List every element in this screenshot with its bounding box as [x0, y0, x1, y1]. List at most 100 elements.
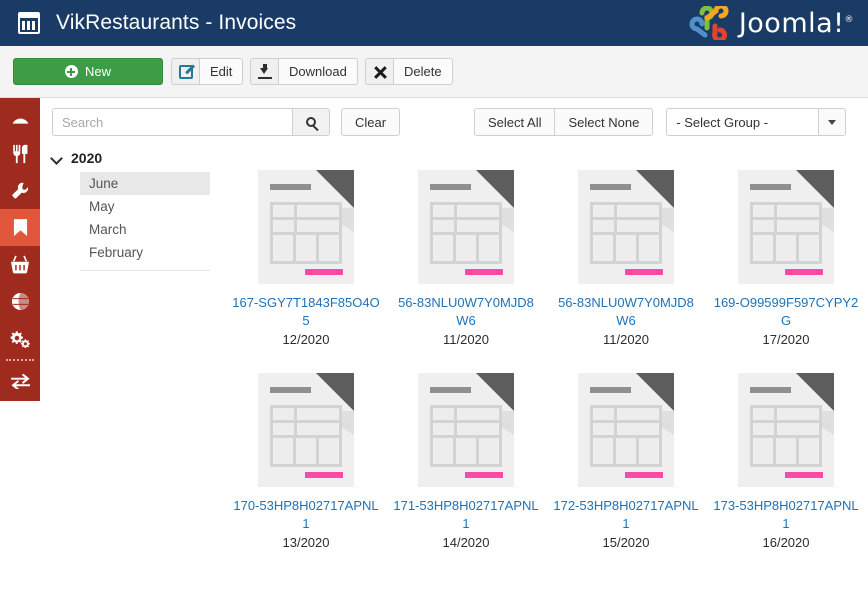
document-table-row: [753, 235, 819, 261]
invoice-file-name[interactable]: 167-SGY7T1843F85O4O5: [232, 294, 380, 330]
invoice-file-item[interactable]: 56-83NLU0W7Y0MJD8W6 11/2020: [546, 166, 706, 369]
group-select-toggle[interactable]: [818, 108, 847, 136]
joomla-mark-icon: [689, 6, 729, 40]
download-button-label[interactable]: Download: [278, 58, 358, 85]
document-table-graphic: [430, 202, 502, 264]
document-title-bar: [270, 387, 311, 393]
new-button-label: New: [84, 64, 111, 79]
document-table-cell: [593, 235, 613, 261]
document-accent-bar: [625, 472, 663, 478]
sidebar-divider: [6, 359, 34, 361]
document-table-row: [593, 220, 659, 232]
invoice-file-date: 13/2020: [282, 535, 330, 550]
download-button[interactable]: Download: [250, 58, 358, 85]
search-button[interactable]: [292, 108, 330, 136]
clear-button[interactable]: Clear: [341, 108, 401, 136]
document-table-graphic: [270, 405, 342, 467]
invoice-file-item[interactable]: 167-SGY7T1843F85O4O5 12/2020: [226, 166, 386, 369]
document-table-graphic: [590, 405, 662, 467]
document-table-cell: [273, 220, 294, 232]
tree-month-february[interactable]: February: [80, 241, 210, 264]
sidebar-item-tools[interactable]: [0, 172, 40, 209]
invoice-document-icon[interactable]: [738, 373, 834, 487]
invoice-file-name[interactable]: 56-83NLU0W7Y0MJD8W6: [392, 294, 540, 330]
invoice-file-item[interactable]: 173-53HP8H02717APNL1 16/2020: [706, 369, 866, 572]
document-table-cell: [753, 408, 774, 420]
invoice-document-icon[interactable]: [258, 170, 354, 284]
document-table-cell: [639, 438, 659, 464]
group-select-dropdown[interactable]: - Select Group -: [666, 108, 847, 136]
document-table-cell: [617, 423, 659, 435]
tree-month-june[interactable]: June: [80, 172, 210, 195]
select-button-group: Select All Select None: [474, 108, 654, 136]
document-table-cell: [273, 438, 293, 464]
document-table-cell: [297, 408, 339, 420]
sidebar-item-settings[interactable]: [0, 320, 40, 357]
select-none-button[interactable]: Select None: [555, 108, 654, 136]
new-button[interactable]: New: [13, 58, 163, 85]
delete-icon-part[interactable]: [365, 58, 393, 85]
document-accent-bar: [465, 472, 503, 478]
invoice-file-item[interactable]: 56-83NLU0W7Y0MJD8W6 11/2020: [386, 166, 546, 369]
document-table-cell: [617, 205, 659, 217]
document-table-cell: [616, 235, 636, 261]
document-table-cell: [593, 423, 614, 435]
edit-button[interactable]: Edit: [171, 58, 244, 85]
sidebar-item-languages[interactable]: [0, 283, 40, 320]
year-month-tree: 2020 June May March February: [52, 148, 210, 271]
document-table-cell: [433, 205, 454, 217]
document-table-cell: [297, 205, 339, 217]
sidebar-item-orders[interactable]: [0, 246, 40, 283]
document-table-cell: [777, 423, 819, 435]
invoice-file-name[interactable]: 170-53HP8H02717APNL1: [232, 497, 380, 533]
invoice-file-item[interactable]: 170-53HP8H02717APNL1 13/2020: [226, 369, 386, 572]
invoice-document-icon[interactable]: [578, 373, 674, 487]
invoice-file-name[interactable]: 173-53HP8H02717APNL1: [712, 497, 860, 533]
globe-icon: [11, 292, 29, 311]
document-table-cell: [273, 235, 293, 261]
document-table-row: [593, 438, 659, 464]
search-input[interactable]: [52, 108, 292, 136]
sidebar-item-restaurant[interactable]: [0, 135, 40, 172]
edit-button-label[interactable]: Edit: [199, 58, 244, 85]
download-icon-part[interactable]: [250, 58, 278, 85]
filter-bar: Clear Select All Select None - Select Gr…: [52, 108, 852, 136]
edit-icon-part[interactable]: [171, 58, 199, 85]
invoice-file-name[interactable]: 172-53HP8H02717APNL1: [552, 497, 700, 533]
document-table-cell: [457, 423, 499, 435]
select-all-button[interactable]: Select All: [474, 108, 556, 136]
invoice-document-icon[interactable]: [418, 373, 514, 487]
fork-knife-icon: [12, 144, 27, 163]
document-table-cell: [616, 438, 636, 464]
sidebar-item-dashboard[interactable]: [0, 98, 40, 135]
sidebar-item-transfer[interactable]: [0, 363, 40, 400]
action-toolbar: New Edit Download Delete: [0, 46, 868, 98]
delete-button-label[interactable]: Delete: [393, 58, 453, 85]
invoice-document-icon[interactable]: [578, 170, 674, 284]
invoice-document-icon[interactable]: [738, 170, 834, 284]
tree-year-2020[interactable]: 2020: [52, 148, 210, 172]
delete-button[interactable]: Delete: [365, 58, 453, 85]
group-select-value[interactable]: - Select Group -: [666, 108, 819, 136]
sidebar-icon-rail: [0, 98, 40, 401]
invoice-file-item[interactable]: 172-53HP8H02717APNL1 15/2020: [546, 369, 706, 572]
tree-month-may[interactable]: May: [80, 195, 210, 218]
document-table-cell: [799, 438, 819, 464]
invoice-file-date: 14/2020: [442, 535, 490, 550]
document-table-cell: [593, 220, 614, 232]
document-table-cell: [753, 205, 774, 217]
invoice-document-icon[interactable]: [418, 170, 514, 284]
sidebar-item-invoices[interactable]: [0, 209, 40, 246]
tree-month-march[interactable]: March: [80, 218, 210, 241]
invoice-file-name[interactable]: 169-O99599F597CYPY2G: [712, 294, 860, 330]
search-group: [52, 108, 330, 136]
invoice-document-icon[interactable]: [258, 373, 354, 487]
document-table-row: [753, 408, 819, 420]
download-base-line: [257, 76, 272, 79]
magnifier-icon: [306, 117, 316, 127]
document-table-cell: [753, 438, 773, 464]
invoice-file-name[interactable]: 56-83NLU0W7Y0MJD8W6: [552, 294, 700, 330]
invoice-file-item[interactable]: 171-53HP8H02717APNL1 14/2020: [386, 369, 546, 572]
invoice-file-item[interactable]: 169-O99599F597CYPY2G 17/2020: [706, 166, 866, 369]
invoice-file-name[interactable]: 171-53HP8H02717APNL1: [392, 497, 540, 533]
